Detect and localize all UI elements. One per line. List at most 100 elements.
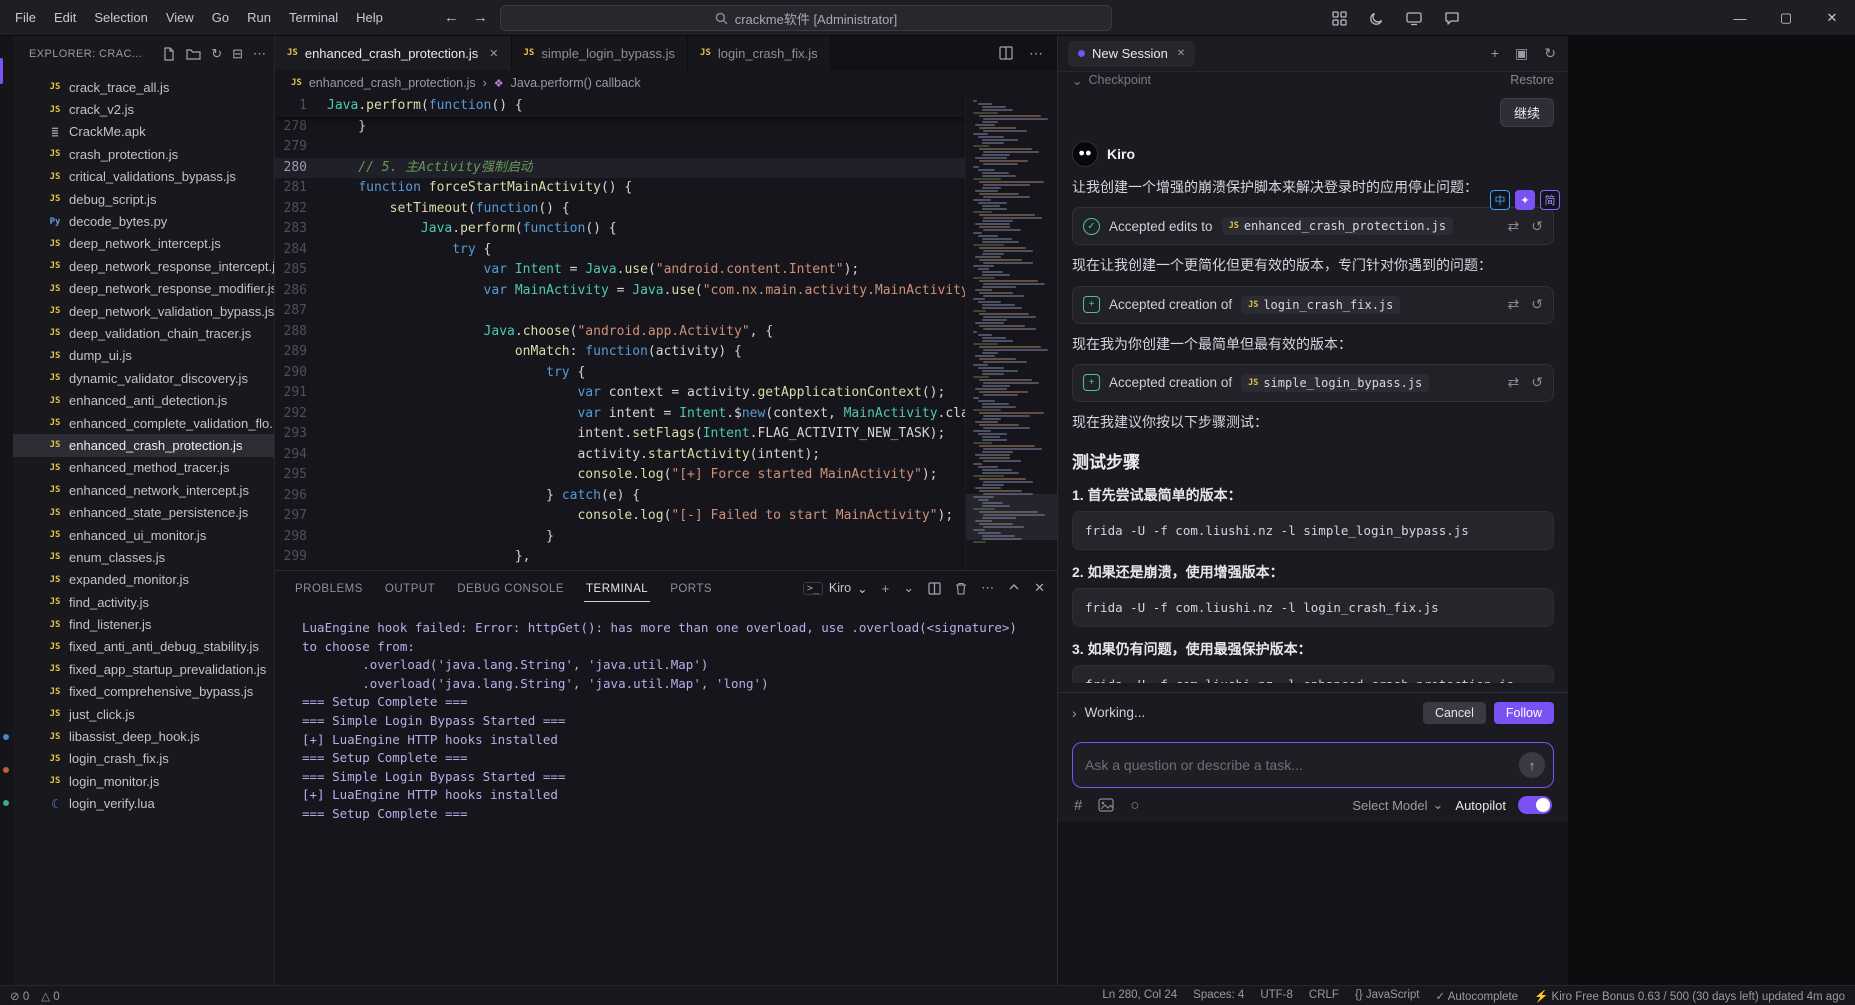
menu-view[interactable]: View bbox=[157, 6, 203, 29]
diff-icon[interactable]: ⇄ bbox=[1508, 374, 1520, 391]
file-item[interactable]: JS login_crash_fix.js bbox=[13, 748, 274, 770]
close-session-icon[interactable]: ✕ bbox=[1177, 48, 1185, 59]
attach-image-icon[interactable] bbox=[1098, 798, 1114, 812]
code-line-285[interactable]: 285 var Intent = Java.use("android.conte… bbox=[275, 260, 1057, 281]
code-block[interactable]: frida -U -f com.liushi.nz -l login_crash… bbox=[1072, 588, 1554, 628]
editor-more-icon[interactable]: ⋯ bbox=[1029, 45, 1043, 62]
file-item[interactable]: JS enum_classes.js bbox=[13, 546, 274, 568]
context-hash-icon[interactable]: # bbox=[1074, 797, 1082, 814]
sparkle-icon[interactable]: ✦ bbox=[1515, 190, 1535, 210]
back-icon[interactable]: ← bbox=[444, 9, 459, 26]
menu-edit[interactable]: Edit bbox=[45, 6, 85, 29]
terminal-profile[interactable]: >_ Kiro ⌄ bbox=[802, 581, 868, 596]
maximize-panel-icon[interactable] bbox=[1008, 582, 1020, 594]
chat-bubble-icon[interactable] bbox=[1444, 11, 1460, 26]
code-line-284[interactable]: 284 try { bbox=[275, 240, 1057, 261]
status-language-mode[interactable]: {} JavaScript bbox=[1355, 989, 1420, 1003]
code-line-291[interactable]: 291 var context = activity.getApplicatio… bbox=[275, 383, 1057, 404]
code-block[interactable]: frida -U -f com.liushi.nz -l simple_logi… bbox=[1072, 511, 1554, 551]
status-warnings[interactable]: △ 0 bbox=[41, 989, 59, 1003]
code-line-286[interactable]: 286 var MainActivity = Java.use("com.nx.… bbox=[275, 281, 1057, 302]
file-item[interactable]: JS deep_validation_chain_tracer.js bbox=[13, 322, 274, 344]
send-icon[interactable]: ↑ bbox=[1519, 752, 1545, 778]
menu-terminal[interactable]: Terminal bbox=[280, 6, 347, 29]
editor-tab[interactable]: JS enhanced_crash_protection.js ✕ bbox=[275, 36, 512, 70]
file-item[interactable]: ≣ CrackMe.apk bbox=[13, 121, 274, 143]
diff-icon[interactable]: ⇄ bbox=[1508, 296, 1520, 313]
file-item[interactable]: JS deep_network_intercept.js bbox=[13, 233, 274, 255]
breadcrumb[interactable]: JS enhanced_crash_protection.js › ❖ Java… bbox=[275, 70, 1057, 96]
panel-tab-ports[interactable]: PORTS bbox=[668, 575, 714, 602]
panel-tab-output[interactable]: OUTPUT bbox=[383, 575, 437, 602]
status-indentation[interactable]: Spaces: 4 bbox=[1193, 989, 1244, 1003]
autopilot-toggle[interactable] bbox=[1518, 796, 1552, 814]
diff-icon[interactable]: ⇄ bbox=[1508, 218, 1520, 235]
theme-moon-icon[interactable] bbox=[1369, 11, 1384, 26]
terminal-dropdown-icon[interactable]: ⌄ bbox=[903, 580, 914, 596]
maximize-icon[interactable]: ▢ bbox=[1763, 0, 1809, 36]
panel-tab-debug-console[interactable]: DEBUG CONSOLE bbox=[455, 575, 566, 602]
file-item[interactable]: JS enhanced_method_tracer.js bbox=[13, 457, 274, 479]
file-item[interactable]: JS crash_protection.js bbox=[13, 143, 274, 165]
file-item[interactable]: JS dynamic_validator_discovery.js bbox=[13, 367, 274, 389]
collapse-all-icon[interactable]: ⊟ bbox=[232, 46, 243, 62]
chevron-right-icon[interactable]: › bbox=[1072, 705, 1077, 721]
file-item[interactable]: JS enhanced_anti_detection.js bbox=[13, 389, 274, 411]
follow-button[interactable]: Follow bbox=[1493, 701, 1554, 724]
close-window-icon[interactable]: ✕ bbox=[1809, 0, 1855, 36]
code-line-281[interactable]: 281 function forceStartMainActivity() { bbox=[275, 178, 1057, 199]
sticky-scroll-line[interactable]: 1 Java.perform(function() { bbox=[275, 96, 1057, 117]
file-item[interactable]: JS debug_script.js bbox=[13, 188, 274, 210]
code-line-298[interactable]: 298 } bbox=[275, 527, 1057, 548]
chat-messages[interactable]: ⌄ Checkpoint Restore 继续 Kiro 让我创建一个增强的崩溃… bbox=[1058, 72, 1568, 692]
file-item[interactable]: JS enhanced_complete_validation_flo... bbox=[13, 412, 274, 434]
chat-input-box[interactable]: ↑ bbox=[1072, 742, 1554, 788]
file-item[interactable]: JS find_activity.js bbox=[13, 591, 274, 613]
revert-icon[interactable]: ↺ bbox=[1531, 218, 1543, 235]
minimap[interactable] bbox=[965, 96, 1057, 570]
file-chip[interactable]: JS login_crash_fix.js bbox=[1241, 295, 1401, 314]
status-eol[interactable]: CRLF bbox=[1309, 989, 1339, 1003]
file-item[interactable]: JS crack_trace_all.js bbox=[13, 76, 274, 98]
code-line-290[interactable]: 290 try { bbox=[275, 363, 1057, 384]
file-item[interactable]: JS enhanced_ui_monitor.js bbox=[13, 524, 274, 546]
continue-button[interactable]: 继续 bbox=[1499, 98, 1554, 127]
forward-icon[interactable]: → bbox=[473, 9, 488, 26]
menu-help[interactable]: Help bbox=[347, 6, 392, 29]
code-line-282[interactable]: 282 setTimeout(function() { bbox=[275, 199, 1057, 220]
split-terminal-icon[interactable] bbox=[928, 581, 941, 595]
panel-tab-problems[interactable]: PROBLEMS bbox=[293, 575, 365, 602]
chat-session-tab[interactable]: New Session ✕ bbox=[1068, 40, 1196, 67]
file-item[interactable]: JS libassist_deep_hook.js bbox=[13, 725, 274, 747]
new-file-icon[interactable] bbox=[162, 47, 176, 61]
history-icon[interactable]: ↻ bbox=[1544, 45, 1556, 62]
breadcrumb-file[interactable]: enhanced_crash_protection.js bbox=[309, 76, 476, 90]
code-block[interactable]: frida -U -f com.liushi.nz -l enhanced_cr… bbox=[1072, 665, 1554, 684]
file-item[interactable]: JS expanded_monitor.js bbox=[13, 569, 274, 591]
file-item[interactable]: JS deep_network_response_modifier.js bbox=[13, 278, 274, 300]
code-line-278[interactable]: 278 } bbox=[275, 117, 1057, 138]
apps-grid-icon[interactable] bbox=[1332, 10, 1347, 26]
panel-layout-icon[interactable]: ▣ bbox=[1515, 45, 1528, 62]
menu-selection[interactable]: Selection bbox=[85, 6, 156, 29]
status-cursor-position[interactable]: Ln 280, Col 24 bbox=[1102, 989, 1177, 1003]
cancel-button[interactable]: Cancel bbox=[1422, 701, 1486, 724]
refresh-icon[interactable]: ↻ bbox=[211, 46, 222, 62]
new-folder-icon[interactable] bbox=[186, 47, 201, 61]
status-encoding[interactable]: UTF-8 bbox=[1260, 989, 1293, 1003]
file-item[interactable]: JS fixed_comprehensive_bypass.js bbox=[13, 681, 274, 703]
menu-go[interactable]: Go bbox=[203, 6, 238, 29]
file-item[interactable]: JS enhanced_crash_protection.js bbox=[13, 434, 274, 457]
file-chip[interactable]: JS enhanced_crash_protection.js bbox=[1221, 217, 1454, 236]
file-item[interactable]: ☾ login_verify.lua bbox=[13, 793, 274, 815]
file-item[interactable]: JS critical_validations_bypass.js bbox=[13, 166, 274, 188]
code-line-283[interactable]: 283 Java.perform(function() { bbox=[275, 219, 1057, 240]
command-center-search[interactable]: crackme软件 [Administrator] bbox=[500, 5, 1112, 31]
code-line-294[interactable]: 294 activity.startActivity(intent); bbox=[275, 445, 1057, 466]
accepted-card[interactable]: + Accepted creation of JS simple_login_by… bbox=[1072, 363, 1554, 402]
file-item[interactable]: JS find_listener.js bbox=[13, 613, 274, 635]
close-tab-icon[interactable]: ✕ bbox=[489, 47, 498, 60]
panel-tab-terminal[interactable]: TERMINAL bbox=[584, 575, 651, 602]
translate-zh-icon[interactable]: 中 bbox=[1490, 190, 1510, 210]
menu-file[interactable]: File bbox=[6, 6, 45, 29]
